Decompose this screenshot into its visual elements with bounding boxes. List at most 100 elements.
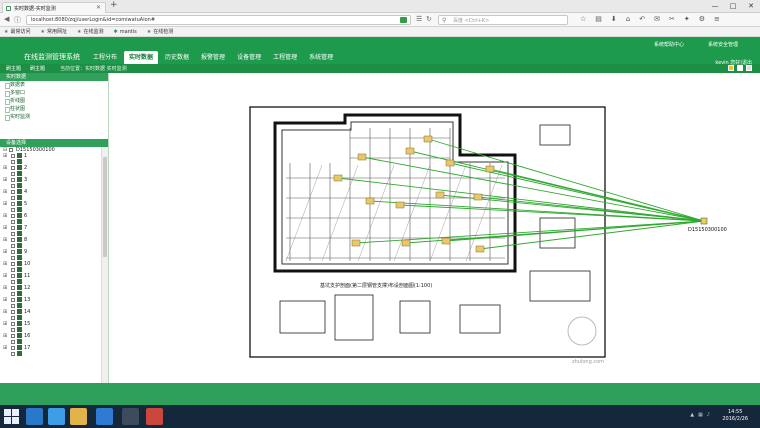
screenshot-icon[interactable]: ✂ — [669, 15, 675, 24]
subtab-1[interactable]: 刷主题 — [6, 65, 21, 72]
sensor-marker[interactable] — [473, 193, 483, 201]
realtime-panel-header[interactable]: 实时数据 — [0, 73, 108, 81]
start-button[interactable] — [4, 409, 19, 424]
gear-icon[interactable]: ⚙ — [699, 15, 705, 24]
minimize-button[interactable]: — — [706, 0, 724, 12]
tree-checkbox[interactable] — [11, 280, 15, 284]
sidebar-item-multi-window[interactable]: 多窗口 — [0, 89, 108, 97]
chat-icon[interactable]: ✉ — [654, 15, 660, 24]
undo-icon[interactable]: ↶ — [639, 15, 645, 24]
sidebar-item-table[interactable]: 数据表 — [0, 81, 108, 89]
sidebar-item-line-chart[interactable]: 折线图 — [0, 97, 108, 105]
tree-checkbox[interactable] — [11, 262, 15, 266]
app-icon-2[interactable] — [146, 408, 163, 425]
tree-checkbox[interactable] — [11, 352, 15, 356]
alarm-icon[interactable] — [728, 65, 734, 71]
bookmark-item[interactable]: ★ 常用网址 — [41, 27, 68, 36]
security-link[interactable]: 系统安全管理 — [708, 41, 738, 48]
tree-checkbox[interactable] — [11, 340, 15, 344]
sensor-marker[interactable] — [441, 237, 451, 245]
tree-checkbox[interactable] — [11, 160, 15, 164]
search-input[interactable]: ⚲ 百度 <Ctrl+K> — [438, 15, 568, 25]
tree-checkbox[interactable] — [11, 274, 15, 278]
tree-checkbox[interactable] — [11, 154, 15, 158]
tree-checkbox[interactable] — [9, 148, 13, 152]
sidebar-item-bar-chart[interactable]: 柱状图 — [0, 105, 108, 113]
tree-scrollbar[interactable] — [101, 147, 108, 383]
tree-checkbox[interactable] — [11, 328, 15, 332]
tree-checkbox[interactable] — [11, 334, 15, 338]
tab-close-icon[interactable]: ✕ — [96, 4, 101, 11]
tree-checkbox[interactable] — [11, 316, 15, 320]
tree-checkbox[interactable] — [11, 190, 15, 194]
tree-checkbox[interactable] — [11, 196, 15, 200]
firefox-icon[interactable] — [96, 408, 113, 425]
scrollbar-thumb[interactable] — [103, 157, 107, 257]
tree-node[interactable] — [0, 351, 101, 357]
menu-item-3[interactable]: 历史数据 — [160, 51, 194, 64]
tree-checkbox[interactable] — [11, 244, 15, 248]
tree-checkbox[interactable] — [11, 238, 15, 242]
tree-checkbox[interactable] — [11, 304, 15, 308]
sensor-marker[interactable] — [351, 239, 361, 247]
sensor-marker[interactable] — [475, 245, 485, 253]
close-window-button[interactable]: ✕ — [742, 0, 760, 12]
bookmark-item[interactable]: ★ 最常访问 — [4, 27, 31, 36]
sensor-marker[interactable] — [333, 174, 343, 182]
sensor-marker[interactable] — [357, 153, 367, 161]
tree-checkbox[interactable] — [11, 256, 15, 260]
library-icon[interactable]: ▤ — [595, 15, 602, 24]
tree-checkbox[interactable] — [11, 292, 15, 296]
info-icon[interactable]: ⓘ — [14, 15, 21, 25]
tree-checkbox[interactable] — [11, 298, 15, 302]
volume-icon[interactable]: ♪ — [707, 412, 710, 418]
app-icon-1[interactable] — [122, 408, 139, 425]
tray-arrow-icon[interactable]: ▲ — [690, 412, 694, 418]
new-tab-button[interactable]: + — [110, 0, 118, 10]
star-icon[interactable]: ☆ — [580, 15, 586, 24]
back-icon[interactable]: ◀ — [4, 15, 9, 23]
subtab-2[interactable]: 刷主题 — [30, 65, 45, 72]
browser-tab[interactable]: 实时数据-实时监测 ✕ — [2, 2, 106, 13]
sensor-marker[interactable] — [401, 239, 411, 247]
sensor-marker[interactable] — [445, 159, 455, 167]
tree-checkbox[interactable] — [11, 286, 15, 290]
menu-item-6[interactable]: 工程管理 — [268, 51, 302, 64]
sensor-marker[interactable] — [435, 191, 445, 199]
menu-item-7[interactable]: 系统管理 — [304, 51, 338, 64]
settings-icon[interactable] — [746, 65, 752, 71]
menu-item-4[interactable]: 报警管理 — [196, 51, 230, 64]
file-explorer-icon[interactable] — [70, 408, 87, 425]
menu-item-5[interactable]: 设备管理 — [232, 51, 266, 64]
tree-checkbox[interactable] — [11, 226, 15, 230]
tree-checkbox[interactable] — [11, 202, 15, 206]
tree-checkbox[interactable] — [11, 166, 15, 170]
network-icon[interactable]: ▦ — [698, 412, 703, 418]
sensor-marker[interactable] — [485, 165, 495, 173]
ie-icon[interactable] — [26, 408, 43, 425]
clock[interactable]: 14:55 2016/2/26 — [722, 409, 748, 423]
tree-checkbox[interactable] — [11, 208, 15, 212]
url-input[interactable]: localhost:8080/zqj/userLogin&id=comiwatu… — [26, 15, 411, 25]
device-panel-header[interactable]: 设备选择 — [0, 139, 108, 147]
download-icon[interactable]: ⬇ — [611, 15, 617, 24]
tree-checkbox[interactable] — [11, 322, 15, 326]
tree-checkbox[interactable] — [11, 214, 15, 218]
reader-icon[interactable]: ☰ — [416, 15, 422, 23]
tree-checkbox[interactable] — [11, 178, 15, 182]
tree-checkbox[interactable] — [11, 250, 15, 254]
tree-checkbox[interactable] — [11, 172, 15, 176]
bookmark-item[interactable]: ✱ mantis — [114, 27, 137, 36]
sensor-marker[interactable] — [395, 201, 405, 209]
refresh-icon[interactable]: ↻ — [426, 15, 432, 23]
bookmark-item[interactable]: ★ 在线检测 — [147, 27, 174, 36]
sensor-marker[interactable] — [423, 135, 433, 143]
tree-checkbox[interactable] — [11, 346, 15, 350]
device-marker[interactable] — [700, 217, 708, 225]
tree-checkbox[interactable] — [11, 220, 15, 224]
hamburger-menu-icon[interactable]: ≡ — [714, 15, 720, 24]
menu-item-1[interactable]: 工程分布 — [88, 51, 122, 64]
tree-checkbox[interactable] — [11, 310, 15, 314]
menu-item-2[interactable]: 实时数据 — [124, 51, 159, 64]
bookmark-item[interactable]: ★ 在线监测 — [77, 27, 104, 36]
